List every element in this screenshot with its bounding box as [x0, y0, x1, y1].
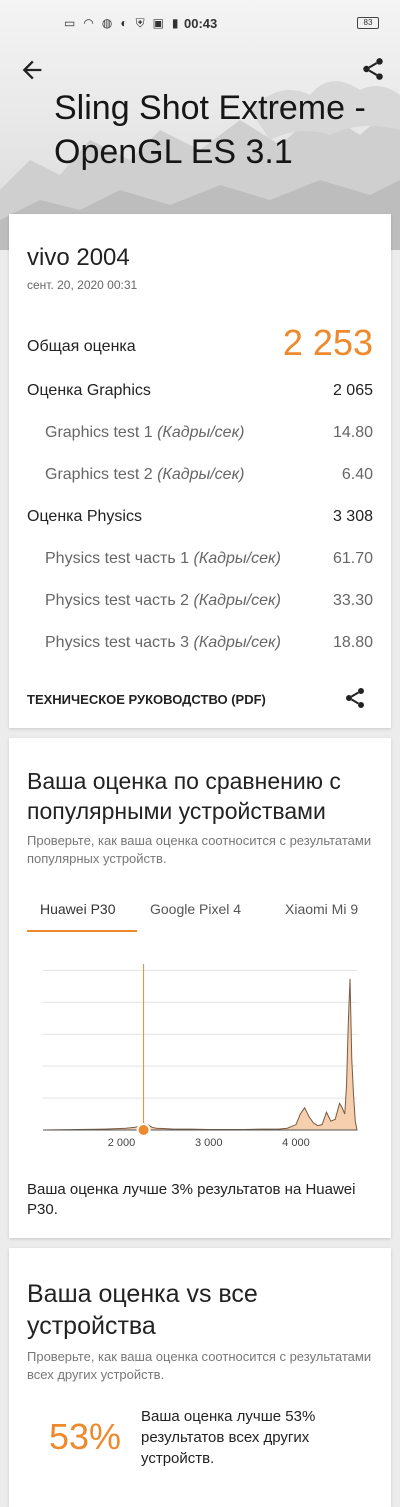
overall-score-label: Общая оценка	[27, 338, 136, 355]
graphics-score-row: Оценка Graphics 2 065	[27, 382, 373, 410]
physics-score-label: Оценка Physics	[27, 508, 142, 525]
physics-test-row: Physics test часть 2 (Кадры/сек) 33.30	[27, 592, 373, 620]
page-title: Sling Shot Extreme - OpenGL ES 3.1	[54, 89, 366, 171]
graphics-test-value: 14.80	[332, 424, 373, 441]
tab-google-pixel-4[interactable]: Google Pixel 4	[150, 898, 241, 932]
physics-score-value: 3 308	[332, 508, 373, 525]
lock-icon: ▮	[171, 16, 179, 30]
overall-score-row: Общая оценка 2 253	[27, 322, 373, 366]
comparison-subtitle: Проверьте, как ваша оценка соотносится с…	[27, 833, 372, 866]
battery-icon: 83	[357, 17, 379, 29]
technical-guide-link[interactable]: ТЕХНИЧЕСКОЕ РУКОВОДСТВО (PDF)	[27, 692, 266, 707]
status-icons: ▭ ◠ ◍ ◐ ⛨ ▣ ▮	[64, 16, 179, 31]
physics-test-label: Physics test часть 3 (Кадры/сек)	[45, 634, 281, 651]
histogram-area	[42, 978, 358, 1131]
percent-value: 53%	[49, 1416, 122, 1457]
graphics-test-label: Graphics test 2 (Кадры/сек)	[45, 466, 245, 483]
comparison-heading: Ваша оценка по сравнению с популярными у…	[27, 768, 341, 824]
comparison-histogram: 2 000 3 000 4 000	[42, 964, 358, 1149]
physics-test-label: Physics test часть 2 (Кадры/сек)	[45, 592, 281, 609]
graphics-score-value: 2 065	[332, 382, 373, 399]
share-icon[interactable]	[343, 686, 369, 712]
x-tick-label: 2 000	[108, 1137, 136, 1149]
graphics-test-row: Graphics test 2 (Кадры/сек) 6.40	[27, 466, 373, 494]
device-name: vivo 2004	[27, 244, 130, 271]
device-tabs: Huawei P30 Google Pixel 4 Xiaomi Mi 9	[27, 898, 373, 932]
share-icon[interactable]	[360, 56, 388, 84]
shield-icon: ⛨	[135, 16, 145, 30]
physics-test-row: Physics test часть 1 (Кадры/сек) 61.70	[27, 550, 373, 578]
x-tick-label: 3 000	[195, 1137, 223, 1149]
physics-test-label: Physics test часть 1 (Кадры/сек)	[45, 550, 281, 567]
result-date: сент. 20, 2020 00:31	[27, 278, 138, 292]
sim-icon: ▭	[64, 16, 76, 30]
graphics-test-value: 6.40	[341, 466, 373, 483]
status-bar: ▭ ◠ ◍ ◐ ⛨ ▣ ▮ 00:43 83	[0, 0, 400, 40]
physics-test-value: 61.70	[332, 550, 373, 567]
gallery-icon: ▣	[152, 16, 164, 30]
hero-header: ▭ ◠ ◍ ◐ ⛨ ▣ ▮ 00:43 83 Sling Shot Extrem…	[0, 0, 400, 250]
result-card: vivo 2004 сент. 20, 2020 00:31 Общая оце…	[9, 214, 391, 728]
app-icon: ◐	[120, 16, 128, 30]
all-devices-card: Ваша оценка vs все устройства Проверьте,…	[9, 1248, 391, 1507]
percent-description: Ваша оценка лучше 53% результатов всех д…	[141, 1408, 316, 1467]
comparison-result-text: Ваша оценка лучше 3% результатов на Huaw…	[27, 1181, 356, 1218]
overall-score-value: 2 253	[282, 322, 373, 363]
nfc-icon: ◍	[101, 16, 113, 30]
comparison-card: Ваша оценка по сравнению с популярными у…	[9, 738, 391, 1238]
score-marker-dot	[136, 1123, 151, 1137]
x-tick-label: 4 000	[282, 1137, 310, 1149]
all-devices-subtitle: Проверьте, как ваша оценка соотносится с…	[27, 1349, 372, 1382]
tab-huawei-p30[interactable]: Huawei P30	[27, 898, 137, 932]
wifi-icon: ◠	[83, 16, 94, 30]
back-arrow-icon[interactable]	[18, 56, 46, 84]
status-time: 00:43	[184, 16, 218, 31]
all-devices-heading: Ваша оценка vs все устройства	[27, 1280, 258, 1340]
physics-test-value: 18.80	[332, 634, 373, 651]
graphics-test-row: Graphics test 1 (Кадры/сек) 14.80	[27, 424, 373, 452]
graphics-test-label: Graphics test 1 (Кадры/сек)	[45, 424, 245, 441]
tab-xiaomi-mi-9[interactable]: Xiaomi Mi 9	[285, 898, 358, 932]
physics-test-value: 33.30	[332, 592, 373, 609]
graphics-score-label: Оценка Graphics	[27, 382, 151, 399]
physics-test-row: Physics test часть 3 (Кадры/сек) 18.80	[27, 634, 373, 662]
physics-score-row: Оценка Physics 3 308	[27, 508, 373, 536]
